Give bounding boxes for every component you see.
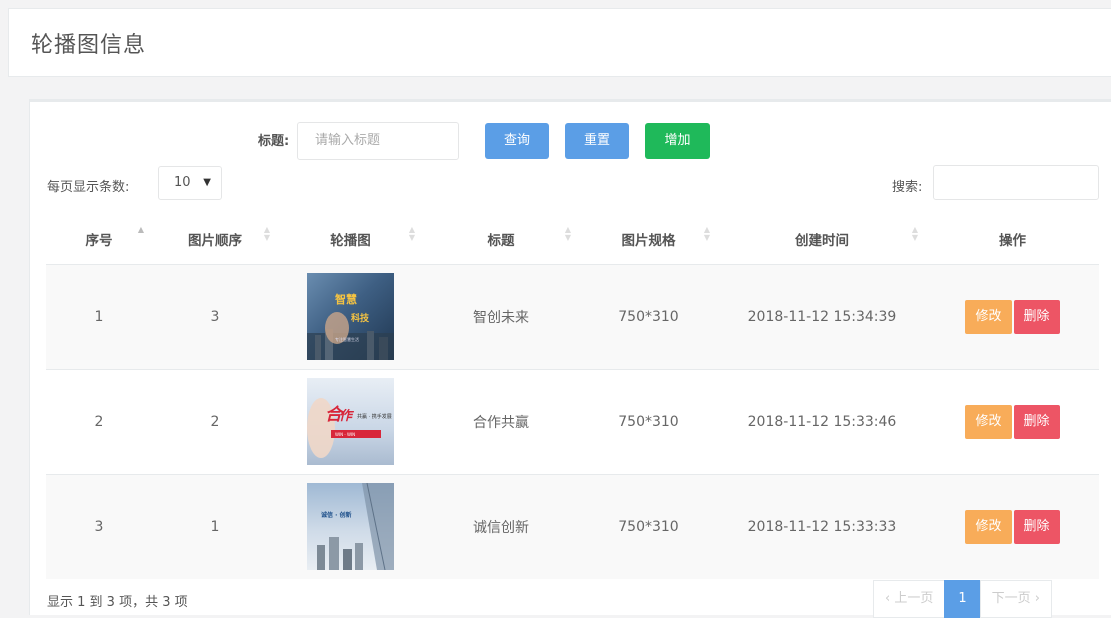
edit-button[interactable]: 修改 — [965, 299, 1012, 334]
cell-title: 合作共赢 — [423, 368, 579, 474]
page-length-select[interactable]: 10 ▼ — [158, 166, 222, 200]
sort-icon: ▲ ▼ — [911, 225, 918, 242]
column-header-title[interactable]: 标题 ▲ ▼ — [423, 214, 579, 265]
cell-actions: 修改 删除 — [926, 263, 1099, 369]
cell-order: 1 — [152, 473, 278, 579]
cell-image: 合 作 共赢 · 携手发展 WIN · WIN — [278, 368, 423, 474]
cell-title: 智创未来 — [423, 263, 579, 369]
cell-image: 智慧 科技 专注智慧生活 — [278, 263, 423, 369]
next-page-button[interactable]: 下一页 › — [979, 580, 1052, 618]
svg-text:WIN · WIN: WIN · WIN — [335, 432, 355, 437]
cell-spec: 750*310 — [579, 263, 718, 369]
carousel-image-2: 合 作 共赢 · 携手发展 WIN · WIN — [307, 378, 394, 465]
sort-icon: ▲ ▼ — [564, 225, 571, 242]
delete-button[interactable]: 删除 — [1013, 299, 1060, 334]
column-header-order[interactable]: 图片顺序 ▲ ▼ — [152, 214, 278, 265]
query-button[interactable]: 查询 — [485, 123, 549, 159]
carousel-image-3: 诚信 · 创新 — [307, 483, 394, 571]
cell-spec: 750*310 — [579, 473, 718, 579]
table-info: 显示 1 到 3 项，共 3 项 — [47, 595, 188, 610]
column-header-spec[interactable]: 图片规格 ▲ ▼ — [579, 214, 718, 265]
cell-index: 1 — [46, 263, 152, 369]
cell-actions: 修改 删除 — [926, 368, 1099, 474]
cell-created: 2018-11-12 15:34:39 — [718, 263, 926, 369]
sort-asc-icon: ▲ — [137, 225, 144, 234]
table-row: 3 1 诚信 · 创新 诚信创新 750*310 2018-11-12 15:3… — [46, 473, 1099, 579]
column-header-actions: 操作 — [926, 214, 1099, 265]
cell-actions: 修改 删除 — [926, 473, 1099, 579]
reset-button[interactable]: 重置 — [565, 123, 629, 159]
svg-text:作: 作 — [339, 408, 355, 424]
delete-button[interactable]: 删除 — [1013, 404, 1060, 439]
page-button-current[interactable]: 1 — [944, 580, 981, 618]
cell-order: 2 — [152, 368, 278, 474]
page-length-label: 每页显示条数: — [47, 180, 130, 195]
cell-spec: 750*310 — [579, 368, 718, 474]
edit-button[interactable]: 修改 — [965, 509, 1012, 544]
title-filter-input[interactable]: 请输入标题 — [297, 122, 459, 160]
svg-text:科技: 科技 — [351, 312, 370, 324]
page-length-value: 10 — [174, 175, 191, 190]
cell-created: 2018-11-12 15:33:33 — [718, 473, 926, 579]
cell-index: 3 — [46, 473, 152, 579]
column-header-index[interactable]: 序号 ▲ — [46, 214, 152, 265]
pagination: ‹ 上一页 1 下一页 › — [873, 580, 1052, 618]
content-panel: 标题: 请输入标题 查询 重置 增加 每页显示条数: 10 ▼ 搜索: 序号 ▲ … — [29, 99, 1111, 618]
sort-icon: ▲ ▼ — [263, 225, 270, 242]
cell-title: 诚信创新 — [423, 473, 579, 579]
edit-button[interactable]: 修改 — [965, 404, 1012, 439]
page-title: 轮播图信息 — [31, 33, 147, 58]
table-row: 2 2 合 作 共赢 · 携手发展 WIN · WIN 合作共赢 750*310… — [46, 368, 1099, 474]
cell-index: 2 — [46, 368, 152, 474]
svg-text:专注智慧生活: 专注智慧生活 — [335, 336, 359, 342]
cell-created: 2018-11-12 15:33:46 — [718, 368, 926, 474]
column-header-created[interactable]: 创建时间 ▲ ▼ — [718, 214, 926, 265]
page-header: 轮播图信息 — [8, 8, 1111, 77]
column-header-image[interactable]: 轮播图 ▲ ▼ — [278, 214, 423, 265]
prev-page-button[interactable]: ‹ 上一页 — [873, 580, 946, 618]
svg-text:共赢 · 携手发展: 共赢 · 携手发展 — [357, 413, 392, 420]
sort-icon: ▲ ▼ — [408, 225, 415, 242]
sort-icon: ▲ ▼ — [703, 225, 710, 242]
cell-order: 3 — [152, 263, 278, 369]
caret-down-icon: ▼ — [203, 177, 211, 188]
search-input[interactable] — [933, 165, 1099, 200]
search-label: 搜索: — [892, 180, 923, 195]
table-row: 1 3 智慧 科技 专注智慧生活 智创未来 750*310 2018-11-12… — [46, 263, 1099, 369]
svg-text:智慧: 智慧 — [335, 292, 357, 306]
svg-text:诚信 · 创新: 诚信 · 创新 — [321, 511, 351, 519]
carousel-table: 序号 ▲ 图片顺序 ▲ ▼ 轮播图 ▲ ▼ 标题 ▲ ▼ 图片规格 ▲ ▼ 创建时间 ▲ ▼ 操作 1… — [46, 214, 1099, 579]
cell-image: 诚信 · 创新 — [278, 473, 423, 579]
add-button[interactable]: 增加 — [645, 123, 710, 159]
delete-button[interactable]: 删除 — [1013, 509, 1060, 544]
title-filter-label: 标题: — [258, 134, 290, 149]
carousel-image-1: 智慧 科技 专注智慧生活 — [307, 273, 394, 360]
